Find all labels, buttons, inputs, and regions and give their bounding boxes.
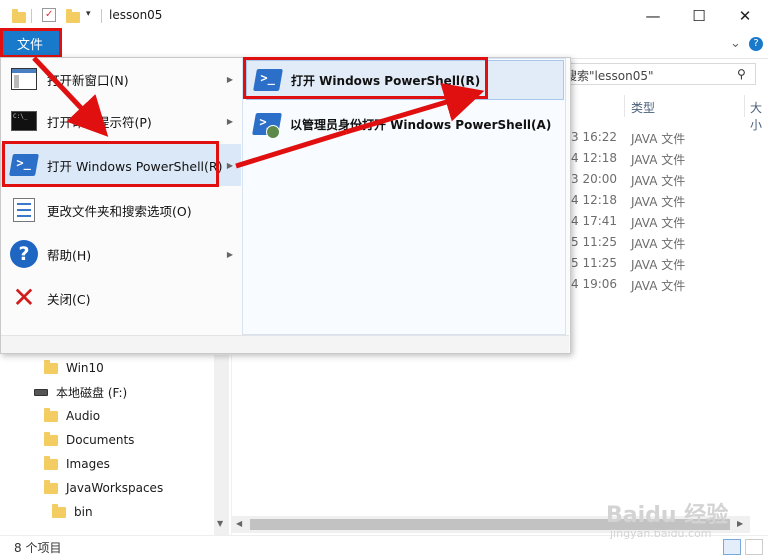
arrow-file-to-powershell: [32, 56, 109, 137]
arrow-menu-to-submenu-1: [235, 129, 347, 169]
annotation-arrows: [32, 56, 485, 169]
arrow-menu-to-submenu-2: [345, 82, 485, 135]
